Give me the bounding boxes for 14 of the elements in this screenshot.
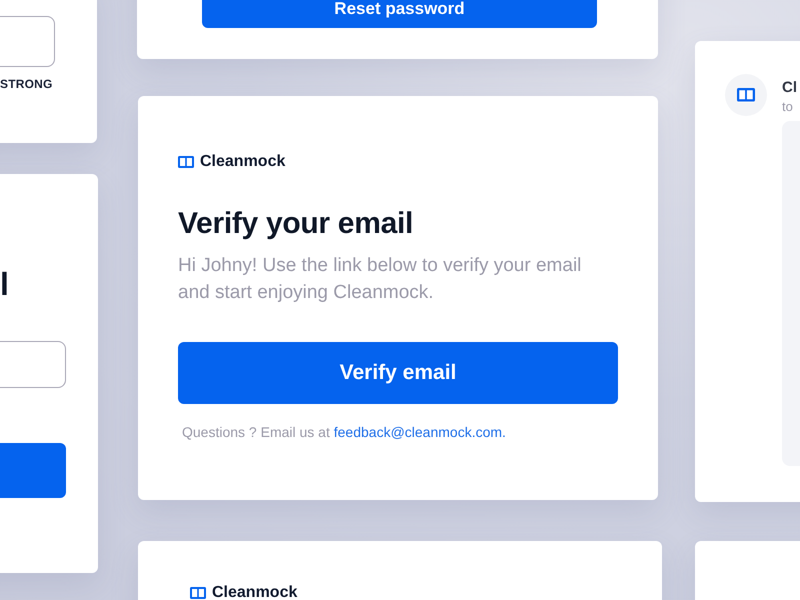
email-title: Verify your email — [178, 207, 414, 241]
reset-password-button[interactable]: Reset password — [202, 0, 597, 28]
sender-name: Cl — [782, 79, 798, 96]
brand-name: Cleanmock — [212, 584, 298, 600]
logo-icon — [737, 88, 755, 102]
password-strength-label: STRONG — [0, 77, 54, 91]
login-title: l — [0, 266, 10, 303]
message-preview: to — [782, 99, 794, 114]
logo-icon — [178, 156, 194, 168]
verify-message: Hi Johny! Use the link below to verify your email and start enjoying Cleanmock. — [178, 254, 582, 305]
help-text: Questions ? Email us at feedback@cleanmock.com. — [181, 424, 507, 440]
brand-name: Cleanmock — [200, 153, 286, 171]
verify-email-button[interactable]: Verify email — [178, 342, 618, 404]
email-link[interactable]: feedback@cleanmock.com. — [334, 424, 506, 440]
